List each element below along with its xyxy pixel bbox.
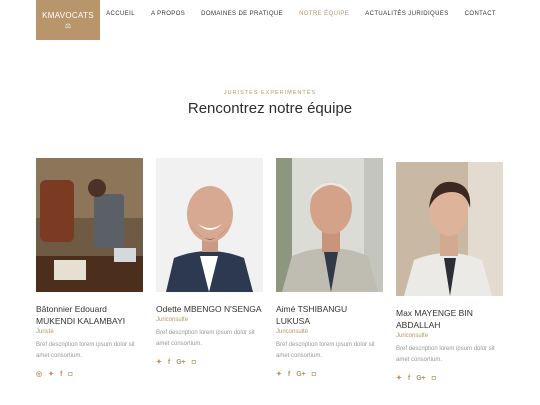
team-card: Aimé TSHIBANGU LUKUSA Juriconsulte Bref … [276, 158, 383, 379]
team-name: Aimé TSHIBANGU LUKUSA [276, 304, 348, 326]
twitter-icon[interactable]: ✦ [156, 359, 162, 367]
team-photo[interactable] [396, 162, 503, 296]
google-plus-icon[interactable]: G+ [176, 359, 186, 367]
instagram-icon[interactable]: ◘ [68, 371, 72, 379]
team-role: Juriconsulte [396, 333, 429, 339]
social-links: ✦ f G+ ◘ [396, 375, 503, 383]
team-name: Max MAYENGE BIN ABDALLAH [396, 308, 473, 330]
instagram-icon[interactable]: ◘ [312, 371, 316, 379]
team-role: Juriconsulte [156, 317, 189, 323]
facebook-icon[interactable]: f [168, 359, 170, 367]
facebook-icon[interactable]: f [60, 371, 62, 379]
nav-item-accueil[interactable]: ACCUEIL [106, 11, 135, 17]
nav-item-a-propos[interactable]: A PROPOS [151, 11, 185, 17]
brand-name: KMAVOCATS [42, 11, 94, 20]
facebook-icon[interactable]: f [288, 371, 290, 379]
team-role: Juriste [36, 329, 54, 335]
team-description: Bref description lorem ipsum dolor sit a… [156, 330, 255, 347]
team-photo[interactable] [36, 158, 143, 292]
twitter-icon[interactable]: ✦ [48, 371, 54, 379]
nav-item-equipe[interactable]: NOTRE ÉQUIPE [299, 11, 349, 17]
section-title: Rencontrez notre équipe [187, 100, 353, 117]
instagram-icon[interactable]: ◘ [192, 359, 196, 367]
social-links: ✦ f G+ ◘ [156, 359, 263, 367]
team-card: Max MAYENGE BIN ABDALLAH Juriconsulte Br… [396, 162, 503, 383]
section-eyebrow: JURISTES EXPERIMENTÉS [223, 90, 317, 96]
team-name: Bâtonnier Edouard MUKENDI KALAMBAYI [36, 304, 126, 326]
team-card: Bâtonnier Edouard MUKENDI KALAMBAYI Juri… [36, 158, 143, 379]
nav-item-domaines[interactable]: DOMAINES DE PRATIQUE [201, 11, 283, 17]
brand-logo[interactable]: KMAVOCATS ⚖ [36, 0, 100, 40]
twitter-icon[interactable]: ✦ [396, 375, 402, 383]
google-plus-icon[interactable]: G+ [416, 375, 426, 383]
social-links: ✦ f G+ ◘ [276, 371, 383, 379]
instagram-icon[interactable]: ◘ [432, 375, 436, 383]
team-description: Bref description lorem ipsum dolor sit a… [396, 346, 495, 363]
facebook-icon[interactable]: f [408, 375, 410, 383]
whatsapp-icon[interactable]: ◎ [36, 371, 42, 379]
team-name: Odette MBENGO N'SENGA [156, 304, 262, 314]
twitter-icon[interactable]: ✦ [276, 371, 282, 379]
nav-item-actualites[interactable]: ACTUALITÉS JURIDIQUES [365, 11, 448, 17]
team-photo[interactable] [156, 158, 263, 292]
nav-item-contact[interactable]: CONTACT [465, 11, 496, 17]
team-photo[interactable] [276, 158, 383, 292]
team-card: Odette MBENGO N'SENGA Juriconsulte Bref … [156, 158, 263, 367]
team-description: Bref description lorem ipsum dolor sit a… [276, 342, 375, 359]
google-plus-icon[interactable]: G+ [296, 371, 306, 379]
social-links: ◎ ✦ f ◘ [36, 371, 143, 379]
scales-icon: ⚖ [64, 23, 72, 30]
team-role: Juriconsulte [276, 329, 309, 335]
team-description: Bref description lorem ipsum dolor sit a… [36, 342, 135, 359]
main-nav: ACCUEIL A PROPOS DOMAINES DE PRATIQUE NO… [90, 11, 496, 17]
